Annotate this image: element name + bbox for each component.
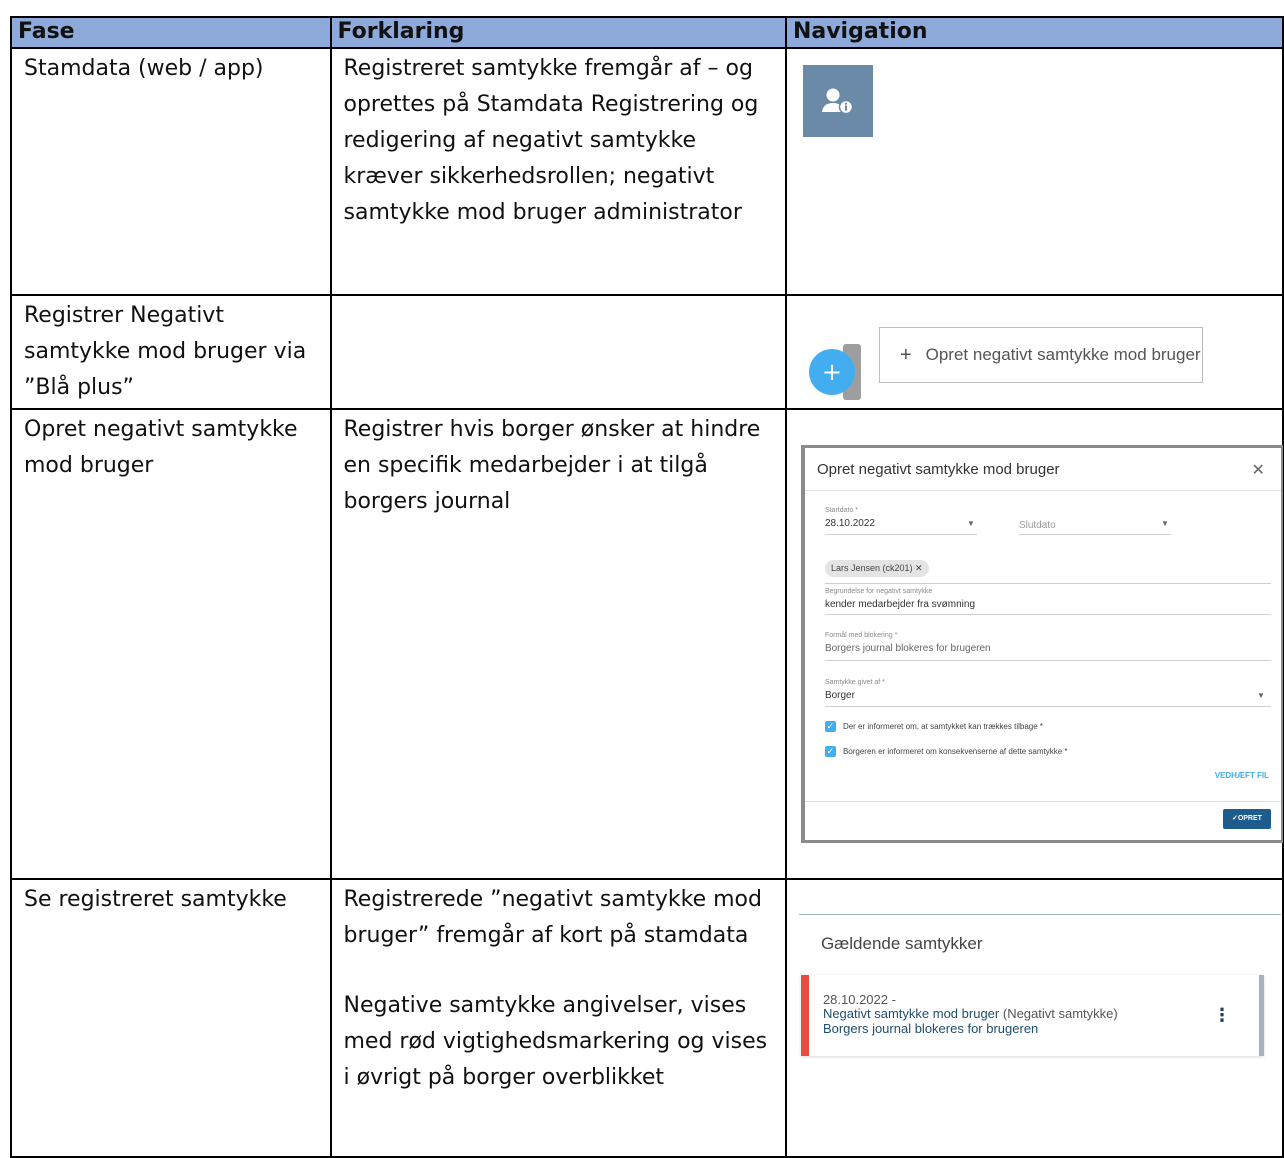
field-underline [1018, 534, 1171, 535]
checkbox-label: Borgeren er informeret om konsekvenserne… [842, 747, 1068, 756]
more-vert-icon[interactable]: ⋮ [1213, 1005, 1231, 1026]
consent-name: Negativt samtykke mod bruger [822, 1006, 1000, 1021]
checkbox-checked[interactable]: ✓ [824, 721, 836, 732]
begrundelse-field[interactable]: kender medarbejder fra svømning [825, 599, 975, 610]
fase-text: Se registreret samtykke [24, 887, 287, 912]
startdato-label: Startdato * [824, 507, 859, 514]
divider [804, 801, 1281, 802]
table-row-opret: Opret negativt samtykke mod bruger Regis… [10, 408, 1284, 880]
table-row-se-samtykke: Se registreret samtykke Registrerede ”ne… [10, 878, 1284, 1158]
givet-label: Samtykke givet af * [824, 679, 885, 686]
fase-text: Opret negativt samtykke mod bruger [24, 417, 298, 478]
fase-text: Stamdata (web / app) [24, 56, 264, 81]
navigation-cell [784, 47, 1284, 296]
divider [804, 490, 1281, 491]
submit-label: OPRET [1237, 815, 1262, 822]
formaal-label: Formål med blokering * [824, 632, 898, 639]
table-row-blaa-plus: Registrer Negativt samtykke mod bruger v… [10, 294, 1284, 410]
field-underline [824, 706, 1271, 707]
forklaring-text [332, 296, 785, 300]
opret-submit-button[interactable]: ✓OPRET [1222, 809, 1271, 829]
startdato-field[interactable]: 28.10.2022 [825, 518, 875, 529]
fase-text: Registrer Negativt samtykke mod bruger v… [24, 303, 307, 400]
field-underline [824, 534, 977, 535]
card-title: Gældende samtykker [820, 934, 983, 953]
forklaring-cell: Registrer hvis borger ønsker at hindre e… [329, 408, 787, 880]
page-heading-cropped [0, 0, 1284, 16]
opret-dialog: Opret negativt samtykke mod bruger ✕ Sta… [804, 448, 1281, 840]
fase-cell: Registrer Negativt samtykke mod bruger v… [10, 294, 332, 410]
field-underline [824, 583, 1271, 584]
forklaring-cell: Registreret samtykke fremgår af – og opr… [329, 47, 787, 296]
forklaring-cell: Registrerede ”negativt samtykke mod brug… [329, 878, 787, 1158]
opret-negativt-samtykke-menu-item[interactable]: + Opret negativt samtykke mod bruger [878, 327, 1203, 383]
menu-item-label: Opret negativt samtykke mod bruger [925, 345, 1201, 364]
formaal-field[interactable]: Borgers journal blokeres for brugeren [825, 643, 991, 654]
consent-title-line: Negativt samtykke mod bruger (Negativt s… [823, 1006, 1118, 1021]
givet-select[interactable]: Borger [825, 690, 855, 701]
blue-plus-fab-wrap: + [808, 344, 861, 400]
documentation-table: Fase Forklaring Navigation Stamdata (web… [10, 16, 1284, 1158]
chevron-down-icon[interactable]: ▼ [1257, 691, 1265, 700]
plus-icon: + [899, 343, 912, 366]
fase-cell: Stamdata (web / app) [10, 47, 332, 296]
chevron-down-icon[interactable]: ▼ [967, 519, 975, 528]
importance-marker [800, 975, 809, 1056]
card-border [798, 914, 1281, 915]
header-forklaring: Forklaring [329, 16, 787, 49]
field-underline [824, 614, 1271, 615]
fase-cell: Opret negativt samtykke mod bruger [10, 408, 332, 880]
forklaring-cell [329, 294, 787, 410]
header-navigation: Navigation [784, 16, 1284, 49]
chevron-down-icon[interactable]: ▼ [1161, 519, 1169, 528]
table-row-stamdata: Stamdata (web / app) Registreret samtykk… [10, 47, 1284, 296]
consent-description: Borgers journal blokeres for brugeren [822, 1021, 1039, 1036]
navigation-cell: + + Opret negativt samtykke mod bruger [784, 294, 1284, 410]
user-chip[interactable]: Lars Jensen (ck201) ✕ [824, 560, 929, 577]
chip-label: Lars Jensen (ck201) [830, 563, 913, 573]
forklaring-text: Registrerede ”negativt samtykke mod brug… [343, 887, 762, 948]
forklaring-text: Negative samtykke angivelser, vises med … [343, 993, 768, 1090]
navigation-cell: Opret negativt samtykke mod bruger ✕ Sta… [784, 408, 1284, 880]
checkbox-checked[interactable]: ✓ [824, 746, 836, 757]
forklaring-text: Registreret samtykke fremgår af – og opr… [343, 56, 759, 225]
attach-file-button[interactable]: VEDHÆFT FIL [1215, 771, 1269, 780]
user-info-icon[interactable] [802, 65, 873, 137]
checkbox-label: Der er informeret om, at samtykket kan t… [842, 722, 1044, 731]
close-icon[interactable]: ✕ [1252, 460, 1265, 480]
fase-cell: Se registreret samtykke [10, 878, 332, 1158]
close-icon[interactable]: ✕ [915, 563, 923, 573]
consent-date: 28.10.2022 - [822, 992, 896, 1007]
header-row: Fase Forklaring Navigation [10, 16, 1284, 49]
field-underline [824, 660, 1271, 661]
forklaring-text: Registrer hvis borger ønsker at hindre e… [343, 417, 761, 514]
navigation-cell: Gældende samtykker 28.10.2022 - Negativt… [784, 878, 1284, 1158]
consent-type: (Negativt samtykke) [1002, 1006, 1118, 1021]
consent-card-item[interactable]: 28.10.2022 - Negativt samtykke mod bruge… [800, 975, 1264, 1056]
slutdato-field[interactable]: Slutdato [1019, 520, 1056, 531]
begrundelse-label: Begrundelse for negativt samtykke [824, 588, 933, 595]
blue-plus-button[interactable]: + [808, 349, 855, 395]
dialog-title: Opret negativt samtykke mod bruger [816, 461, 1060, 478]
header-fase: Fase [10, 16, 332, 49]
